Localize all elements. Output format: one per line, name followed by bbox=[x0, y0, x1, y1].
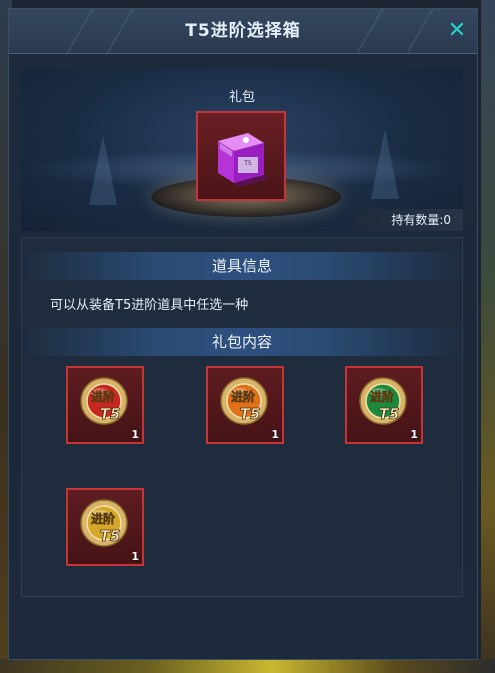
item-quantity: 1 bbox=[410, 428, 418, 441]
badge-bottom-text: T5 bbox=[240, 405, 261, 423]
package-label: 礼包 bbox=[228, 90, 255, 105]
gift-box-icon: T5 bbox=[218, 133, 268, 187]
package-contents-header: 礼包内容 bbox=[22, 328, 462, 356]
dialog-panel: T5进阶选择箱 ✕ 礼包 T5 持有数量:0 道具信息 可以从装备T5进阶道具中… bbox=[8, 8, 478, 660]
content-item-slot[interactable]: 进阶 T5 1 bbox=[206, 366, 284, 444]
box-label: T5 bbox=[243, 160, 252, 167]
badge-bottom-text: T5 bbox=[100, 527, 121, 545]
stage-crystal-decoration bbox=[89, 135, 117, 205]
t5-advance-badge-red: 进阶T5 bbox=[80, 377, 128, 425]
badge-top-text: 进阶 bbox=[91, 511, 116, 526]
badge-bottom-text: T5 bbox=[100, 405, 121, 423]
item-info-header: 道具信息 bbox=[22, 252, 462, 280]
close-icon[interactable]: ✕ bbox=[443, 17, 471, 45]
background-bottom-edge bbox=[0, 659, 495, 673]
content-item-slot[interactable]: 进阶 T5 1 bbox=[345, 366, 423, 444]
held-quantity-text: 持有数量:0 bbox=[391, 213, 451, 227]
badge-bottom-text: T5 bbox=[379, 405, 400, 423]
item-quantity: 1 bbox=[131, 428, 139, 441]
badge-top-text: 进阶 bbox=[91, 389, 116, 404]
package-showcase: 礼包 T5 持有数量:0 bbox=[21, 69, 463, 231]
background-right-edge bbox=[481, 0, 495, 673]
info-panel: 道具信息 可以从装备T5进阶道具中任选一种 礼包内容 进阶 T5 1 进阶 T5 1 进阶 T… bbox=[21, 237, 463, 597]
t5-advance-badge-gold: 进阶T5 bbox=[80, 499, 128, 547]
package-item[interactable]: T5 bbox=[196, 111, 286, 201]
stage-crystal-decoration bbox=[371, 129, 399, 199]
held-quantity: 持有数量:0 bbox=[343, 209, 463, 231]
t5-advance-badge-green: 进阶T5 bbox=[359, 377, 407, 425]
badge-top-text: 进阶 bbox=[370, 389, 395, 404]
badge-top-text: 进阶 bbox=[231, 389, 256, 404]
dialog-title: T5进阶选择箱 bbox=[185, 21, 301, 41]
content-item-slot[interactable]: 进阶 T5 1 bbox=[66, 488, 144, 566]
item-quantity: 1 bbox=[271, 428, 279, 441]
t5-advance-badge-orange: 进阶T5 bbox=[220, 377, 268, 425]
item-description: 可以从装备T5进阶道具中任选一种 bbox=[50, 298, 249, 313]
item-quantity: 1 bbox=[131, 550, 139, 563]
title-bar: T5进阶选择箱 ✕ bbox=[9, 9, 477, 54]
content-item-slot[interactable]: 进阶 T5 1 bbox=[66, 366, 144, 444]
